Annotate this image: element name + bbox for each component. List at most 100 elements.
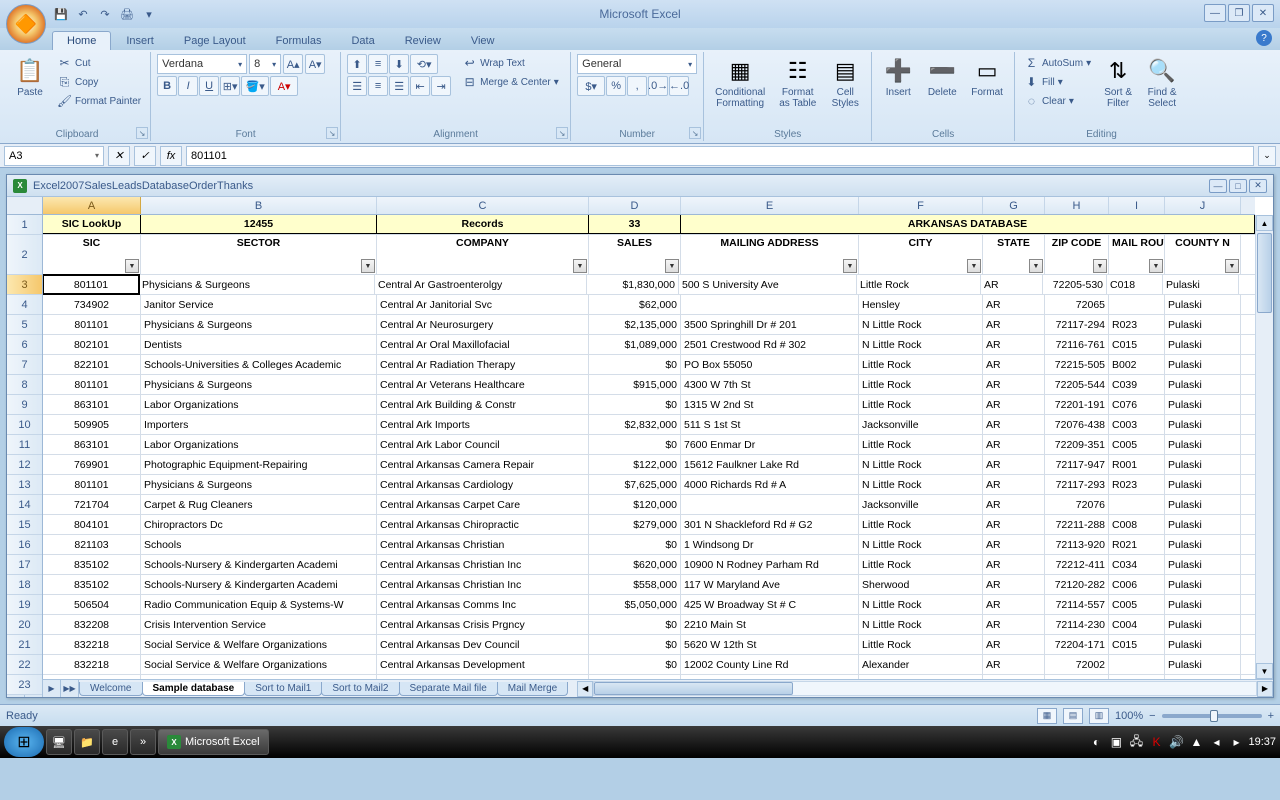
align-right-button[interactable]: ☰ <box>389 76 409 96</box>
cell[interactable]: 117 W Maryland Ave <box>681 575 859 594</box>
cell[interactable]: 72065 <box>1045 295 1109 314</box>
window-close-button[interactable]: ✕ <box>1252 4 1274 22</box>
cell[interactable]: Central Ar Radiation Therapy <box>377 355 589 374</box>
cell[interactable]: 10900 N Rodney Parham Rd <box>681 555 859 574</box>
cell[interactable]: 506504 <box>43 595 141 614</box>
cell[interactable]: Central Ark Building & Constr <box>377 395 589 414</box>
filter-button[interactable]: ▼ <box>967 259 981 273</box>
cell[interactable]: 72209-351 <box>1045 435 1109 454</box>
cell[interactable]: $0 <box>589 635 681 654</box>
cell[interactable]: Central Arkansas Christian Inc <box>377 575 589 594</box>
cell[interactable]: Central Ark Labor Council <box>377 435 589 454</box>
cell[interactable]: 72117-294 <box>1045 315 1109 334</box>
percent-button[interactable]: % <box>606 76 626 96</box>
cell[interactable]: Central Arkansas Christian Inc <box>377 555 589 574</box>
cell[interactable] <box>1109 495 1165 514</box>
cell[interactable]: Central Arkansas Comms Inc <box>377 595 589 614</box>
cell[interactable]: Pulaski <box>1165 415 1241 434</box>
cell[interactable]: R001 <box>1109 455 1165 474</box>
cell[interactable] <box>1109 295 1165 314</box>
cell[interactable]: Pulaski <box>1165 455 1241 474</box>
cell[interactable]: $0 <box>589 435 681 454</box>
cell[interactable]: $5,050,000 <box>589 595 681 614</box>
border-button[interactable]: ⊞▾ <box>220 76 240 96</box>
ql-desktop-button[interactable]: 🖥 <box>46 729 72 755</box>
cell[interactable]: $120,000 <box>589 495 681 514</box>
cell[interactable]: $0 <box>589 535 681 554</box>
align-left-button[interactable]: ☰ <box>347 76 367 96</box>
format-as-table-button[interactable]: ☷Format as Table <box>774 54 821 112</box>
cell[interactable]: 1 Windsong Dr <box>681 535 859 554</box>
cell[interactable]: Pulaski <box>1165 655 1241 674</box>
cell[interactable]: $7,625,000 <box>589 475 681 494</box>
cell[interactable]: Schools-Universities & Colleges Academic <box>141 355 377 374</box>
cell[interactable]: AR <box>983 395 1045 414</box>
cell[interactable]: $279,000 <box>589 515 681 534</box>
cell[interactable]: Little Rock <box>857 275 981 294</box>
start-button[interactable]: ⊞ <box>4 727 44 757</box>
col-header-J[interactable]: J <box>1165 197 1241 214</box>
cell[interactable]: Central Ar Neurosurgery <box>377 315 589 334</box>
fill-color-button[interactable]: 🪣▾ <box>241 76 269 96</box>
cell[interactable]: 821103 <box>43 535 141 554</box>
cell[interactable]: C008 <box>1109 515 1165 534</box>
cell[interactable]: 802101 <box>43 335 141 354</box>
cell[interactable]: Pulaski <box>1165 595 1241 614</box>
scroll-up-button[interactable]: ▲ <box>1256 215 1273 231</box>
qat-undo-button[interactable]: ↶ <box>74 5 92 23</box>
cell[interactable]: $0 <box>589 395 681 414</box>
autosum-button[interactable]: ΣAutoSum ▾ <box>1021 54 1094 72</box>
cell[interactable]: Jacksonville <box>859 415 983 434</box>
cell[interactable]: Chiropractors Dc <box>141 515 377 534</box>
cell[interactable]: Alexander <box>859 655 983 674</box>
cell[interactable]: 72205-544 <box>1045 375 1109 394</box>
cell[interactable]: Photographic Equipment-Repairing <box>141 455 377 474</box>
cell[interactable]: 832218 <box>43 655 141 674</box>
formula-expand-button[interactable]: ⌄ <box>1258 146 1276 166</box>
cell[interactable]: 769901 <box>43 455 141 474</box>
cell[interactable]: Schools-Nursery & Kindergarten Academi <box>141 575 377 594</box>
cell[interactable]: 72212-411 <box>1045 555 1109 574</box>
cell[interactable]: Radio Communication Equip & Systems-W <box>141 595 377 614</box>
cell[interactable]: $0 <box>589 655 681 674</box>
cell[interactable]: 72117-947 <box>1045 455 1109 474</box>
cell[interactable]: Central Arkansas Dev Council <box>377 635 589 654</box>
cell[interactable]: Dentists <box>141 335 377 354</box>
tray-icon[interactable]: ▲ <box>1188 734 1204 750</box>
normal-view-button[interactable]: ▦ <box>1037 708 1057 724</box>
cell[interactable]: Central Arkansas Carpet Care <box>377 495 589 514</box>
cell[interactable]: Little Rock <box>859 435 983 454</box>
decrease-indent-button[interactable]: ⇤ <box>410 76 430 96</box>
row-header-8[interactable]: 8 <box>7 375 42 395</box>
cell[interactable]: 2210 Main St <box>681 615 859 634</box>
align-middle-button[interactable]: ≡ <box>368 54 388 74</box>
cell[interactable]: Little Rock <box>859 355 983 374</box>
cell[interactable]: $1,830,000 <box>587 275 679 294</box>
cell[interactable]: Social Service & Welfare Organizations <box>141 635 377 654</box>
cell[interactable]: Pulaski <box>1165 495 1241 514</box>
row-header-4[interactable]: 4 <box>7 295 42 315</box>
increase-decimal-button[interactable]: .0→ <box>648 76 668 96</box>
filter-button[interactable]: ▼ <box>361 259 375 273</box>
cell[interactable]: 801101 <box>43 274 140 295</box>
cell[interactable]: 511 S 1st St <box>681 415 859 434</box>
cell[interactable]: Social Service & Welfare Organizations <box>141 655 377 674</box>
office-button[interactable]: 🔶 <box>6 4 46 44</box>
col-header-H[interactable]: H <box>1045 197 1109 214</box>
cell[interactable]: Pulaski <box>1165 615 1241 634</box>
cell[interactable]: 1315 W 2nd St <box>681 395 859 414</box>
row-header-17[interactable]: 17 <box>7 555 42 575</box>
tab-review[interactable]: Review <box>390 31 456 50</box>
cell[interactable]: Central Ark Imports <box>377 415 589 434</box>
comma-button[interactable]: , <box>627 76 647 96</box>
cell[interactable]: Jacksonville <box>859 495 983 514</box>
grow-font-button[interactable]: A▴ <box>283 54 303 74</box>
cell[interactable]: C005 <box>1109 595 1165 614</box>
cell[interactable]: 835102 <box>43 555 141 574</box>
row-header-15[interactable]: 15 <box>7 515 42 535</box>
cell[interactable]: Pulaski <box>1165 355 1241 374</box>
tab-formulas[interactable]: Formulas <box>261 31 337 50</box>
cell[interactable]: Schools <box>141 535 377 554</box>
cell[interactable]: 2501 Crestwood Rd # 302 <box>681 335 859 354</box>
cell[interactable]: Central Arkansas Chiropractic <box>377 515 589 534</box>
